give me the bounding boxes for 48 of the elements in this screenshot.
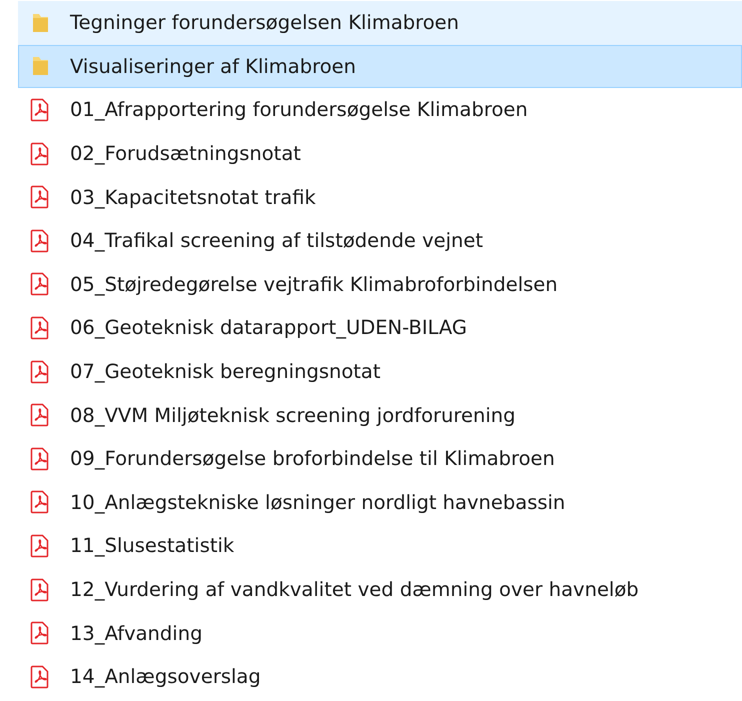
- pdf-file-icon: [30, 578, 50, 602]
- file-name: Tegninger forundersøgelsen Klimabroen: [70, 11, 460, 34]
- file-row[interactable]: 12_Vurdering af vandkvalitet ved dæmning over havneløb: [18, 568, 742, 612]
- file-row[interactable]: 11_Slusestatistik: [18, 524, 742, 568]
- file-row[interactable]: 05_Støjredegørelse vejtrafik Klimabroforbindelsen: [18, 262, 742, 306]
- folder-icon: [31, 12, 49, 34]
- file-row[interactable]: 06_Geoteknisk datarapport_UDEN-BILAG: [18, 306, 742, 350]
- file-row[interactable]: 13_Afvanding: [18, 611, 742, 655]
- file-name: 01_Afrapportering forundersøgelse Klimabroen: [70, 98, 528, 122]
- file-name: 02_Forudsætningsnotat: [70, 142, 301, 166]
- file-row[interactable]: 04_Trafikal screening af tilstødende vejnet: [18, 218, 742, 263]
- pdf-file-icon: [30, 272, 50, 296]
- file-name: 14_Anlægsoverslag: [70, 665, 261, 688]
- file-name: 07_Geoteknisk beregningsnotat: [70, 360, 381, 384]
- file-name: Visualiseringer af Klimabroen: [70, 54, 356, 78]
- file-row[interactable]: 03_Kapacitetsnotat trafik: [18, 175, 742, 219]
- file-row[interactable]: 02_Forudsætningsnotat: [18, 132, 742, 176]
- pdf-file-icon: [30, 98, 50, 122]
- file-name: 10_Anlægstekniske løsninger nordligt havnebassin: [70, 490, 566, 514]
- pdf-file-icon: [30, 534, 50, 558]
- pdf-file-icon: [30, 490, 50, 514]
- file-name: 09_Forundersøgelse broforbindelse til Klimabroen: [70, 447, 555, 470]
- file-name: 11_Slusestatistik: [70, 534, 234, 558]
- file-row[interactable]: 14_Anlægsoverslag: [18, 654, 742, 698]
- file-row[interactable]: 08_VVM Miljøteknisk screening jordforurening: [18, 393, 742, 437]
- pdf-file-icon: [30, 185, 50, 210]
- pdf-file-icon: [30, 360, 50, 384]
- file-name: 12_Vurdering af vandkvalitet ved dæmning over havneløb: [70, 578, 639, 602]
- file-row[interactable]: Tegninger forundersøgelsen Klimabroen: [18, 1, 742, 45]
- file-row[interactable]: 01_Afrapportering forundersøgelse Klimabroen: [18, 88, 742, 132]
- file-name: 04_Trafikal screening af tilstødende vejnet: [70, 229, 484, 252]
- pdf-file-icon: [30, 621, 50, 646]
- file-name: 05_Støjredegørelse vejtrafik Klimabroforbindelsen: [70, 272, 558, 296]
- pdf-file-icon: [30, 316, 50, 340]
- pdf-file-icon: [30, 446, 50, 471]
- file-row[interactable]: 09_Forundersøgelse broforbindelse til Klimabroen: [18, 436, 742, 481]
- folder-icon: [31, 55, 49, 78]
- file-name: 08_VVM Miljøteknisk screening jordforurening: [70, 404, 516, 427]
- file-row[interactable]: 07_Geoteknisk beregningsnotat: [18, 350, 742, 394]
- file-row[interactable]: 10_Anlægstekniske løsninger nordligt havnebassin: [18, 480, 742, 524]
- pdf-file-icon: [30, 664, 50, 689]
- file-name: 03_Kapacitetsnotat trafik: [70, 186, 316, 209]
- file-row[interactable]: Visualiseringer af Klimabroen: [18, 44, 742, 88]
- file-name: 13_Afvanding: [70, 622, 202, 645]
- pdf-file-icon: [30, 142, 50, 166]
- file-name: 06_Geoteknisk datarapport_UDEN-BILAG: [70, 316, 468, 340]
- pdf-file-icon: [30, 228, 50, 253]
- pdf-file-icon: [30, 403, 50, 428]
